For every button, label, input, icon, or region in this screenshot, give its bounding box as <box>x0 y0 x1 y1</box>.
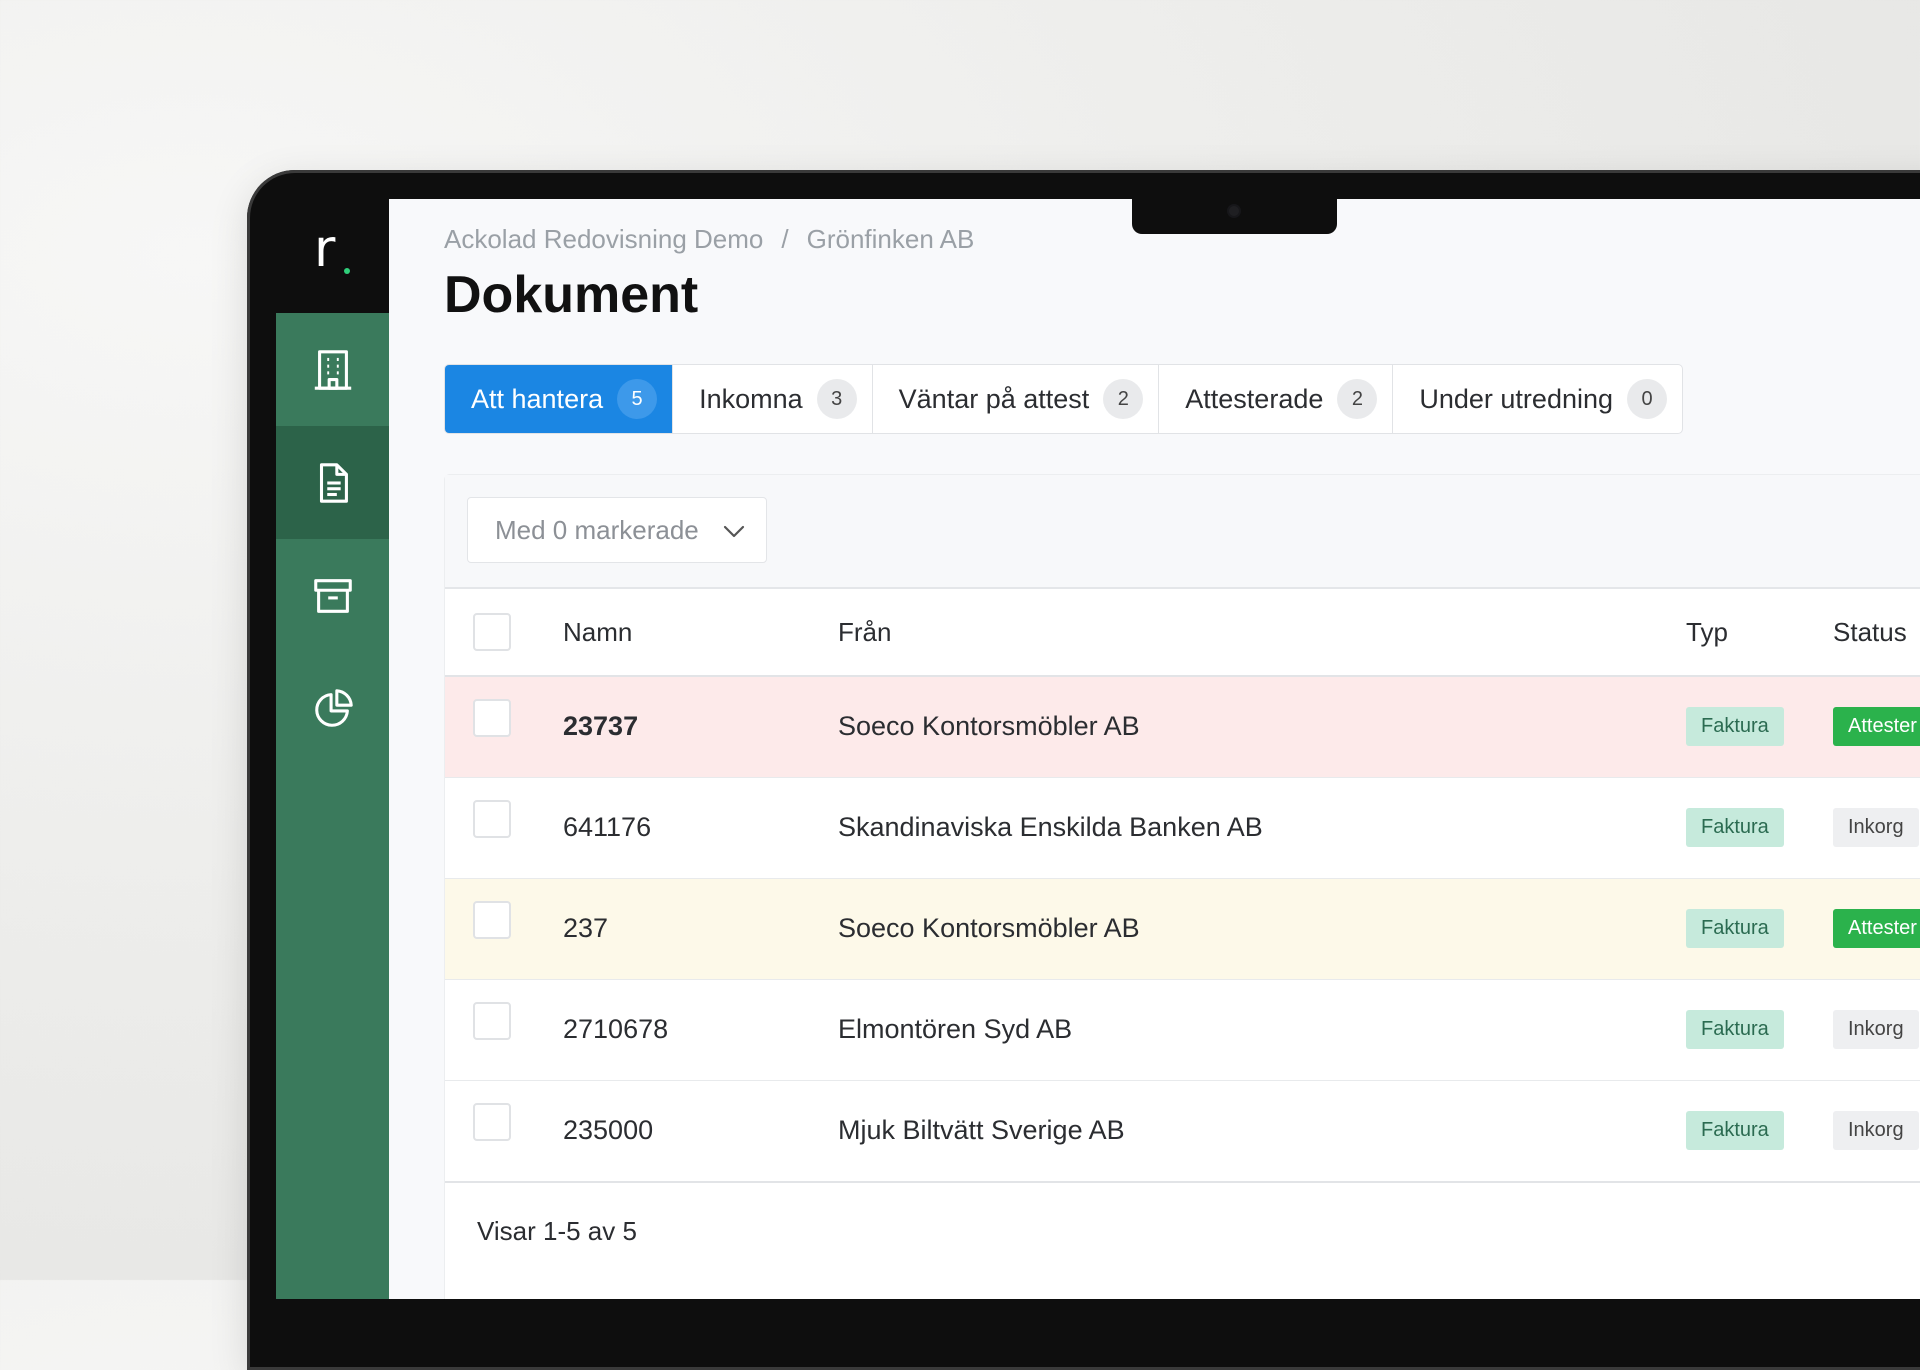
row-checkbox[interactable] <box>473 1103 511 1141</box>
camera-icon <box>1229 206 1239 216</box>
document-sender: Skandinaviska Enskilda Banken AB <box>838 812 1263 842</box>
status-badge: Inkorg <box>1833 808 1919 847</box>
tab-label: Under utredning <box>1419 383 1614 414</box>
camera-notch <box>1132 199 1337 234</box>
table-header: Namn Från Typ Status <box>445 589 1920 677</box>
archive-icon <box>313 578 352 613</box>
app-screen: r Ackolad Redovisning Demo / Grönfinken … <box>276 199 1920 1299</box>
breadcrumb-current[interactable]: Grönfinken AB <box>807 224 975 254</box>
page-title: Dokument <box>444 266 699 324</box>
tab-attesterade[interactable]: Attesterade 2 <box>1159 365 1394 433</box>
document-name[interactable]: 641176 <box>563 812 651 843</box>
breadcrumb-parent[interactable]: Ackolad Redovisning Demo <box>444 224 763 254</box>
status-badge: Attester <box>1833 707 1920 746</box>
building-icon <box>314 349 351 390</box>
document-sender: Mjuk Biltvätt Sverige AB <box>838 1115 1125 1145</box>
table-row[interactable]: 641176 Skandinaviska Enskilda Banken AB … <box>445 778 1920 879</box>
tab-count-badge: 2 <box>1337 379 1378 419</box>
app-logo[interactable]: r <box>276 199 389 313</box>
tab-count-badge: 5 <box>617 379 658 419</box>
sidebar-item-reports[interactable] <box>276 652 389 765</box>
row-checkbox[interactable] <box>473 699 511 737</box>
type-badge: Faktura <box>1686 808 1784 847</box>
tab-inkomna[interactable]: Inkomna 3 <box>673 365 873 433</box>
row-checkbox[interactable] <box>473 800 511 838</box>
chevron-down-icon <box>723 525 745 538</box>
status-badge: Attester <box>1833 909 1920 948</box>
bulk-action-label: Med 0 markerade <box>495 514 699 545</box>
document-name[interactable]: 23737 <box>563 711 638 742</box>
tab-label: Att hantera <box>471 383 604 414</box>
sidebar-item-archive[interactable] <box>276 539 389 652</box>
tab-count-badge: 3 <box>816 379 857 419</box>
bulk-action-dropdown[interactable]: Med 0 markerade <box>467 497 767 563</box>
status-badge: Inkorg <box>1833 1111 1919 1150</box>
pie-chart-icon <box>314 688 353 727</box>
pagination-info: Visar 1-5 av 5 <box>477 1216 637 1246</box>
type-badge: Faktura <box>1686 707 1784 746</box>
tab-vantar-pa-attest[interactable]: Väntar på attest 2 <box>873 365 1160 433</box>
tab-label: Attesterade <box>1185 383 1324 414</box>
tab-label: Väntar på attest <box>898 383 1090 414</box>
column-header-status[interactable]: Status <box>1833 617 1907 648</box>
breadcrumb-separator: / <box>781 224 789 254</box>
tab-under-utredning[interactable]: Under utredning 0 <box>1393 365 1682 433</box>
logo-mark: r <box>314 219 336 279</box>
document-name[interactable]: 237 <box>563 913 608 944</box>
type-badge: Faktura <box>1686 1111 1784 1150</box>
sidebar-item-documents[interactable] <box>276 426 389 539</box>
column-header-from[interactable]: Från <box>838 617 891 648</box>
table-row[interactable]: 23737 Soeco Kontorsmöbler AB Faktura Att… <box>445 677 1920 778</box>
table-row[interactable]: 237 Soeco Kontorsmöbler AB Faktura Attes… <box>445 879 1920 980</box>
select-all-checkbox[interactable] <box>473 613 511 651</box>
document-icon <box>319 462 348 503</box>
type-badge: Faktura <box>1686 1010 1784 1049</box>
row-checkbox[interactable] <box>473 1002 511 1040</box>
main-content: Ackolad Redovisning Demo / Grönfinken AB D… <box>444 199 1920 1299</box>
document-sender: Soeco Kontorsmöbler AB <box>838 913 1140 943</box>
breadcrumb: Ackolad Redovisning Demo / Grönfinken AB <box>444 224 974 255</box>
logo-dot <box>344 268 350 274</box>
table-row[interactable]: 2710678 Elmontören Syd AB Faktura Inkorg <box>445 980 1920 1081</box>
status-badge: Inkorg <box>1833 1010 1919 1049</box>
column-header-name[interactable]: Namn <box>563 617 632 648</box>
document-name[interactable]: 235000 <box>563 1115 653 1146</box>
document-name[interactable]: 2710678 <box>563 1014 668 1045</box>
status-tabs: Att hantera 5 Inkomna 3 Väntar på attest… <box>444 364 1684 434</box>
document-sender: Elmontören Syd AB <box>838 1014 1073 1044</box>
documents-card: Med 0 markerade Namn Från Typ Status 237… <box>444 474 1920 1299</box>
column-header-type[interactable]: Typ <box>1686 617 1728 648</box>
table-row[interactable]: 235000 Mjuk Biltvätt Sverige AB Faktura … <box>445 1081 1920 1183</box>
tab-count-badge: 2 <box>1103 379 1144 419</box>
document-sender: Soeco Kontorsmöbler AB <box>838 711 1140 741</box>
row-checkbox[interactable] <box>473 901 511 939</box>
sidebar: r <box>276 199 389 1299</box>
type-badge: Faktura <box>1686 909 1784 948</box>
tab-label: Inkomna <box>699 383 803 414</box>
table-toolbar: Med 0 markerade <box>445 475 1920 589</box>
tab-att-hantera[interactable]: Att hantera 5 <box>445 365 674 433</box>
tab-count-badge: 0 <box>1627 379 1668 419</box>
sidebar-item-company[interactable] <box>276 313 389 426</box>
documents-table: Namn Från Typ Status 23737 Soeco Kontors… <box>445 589 1920 1183</box>
